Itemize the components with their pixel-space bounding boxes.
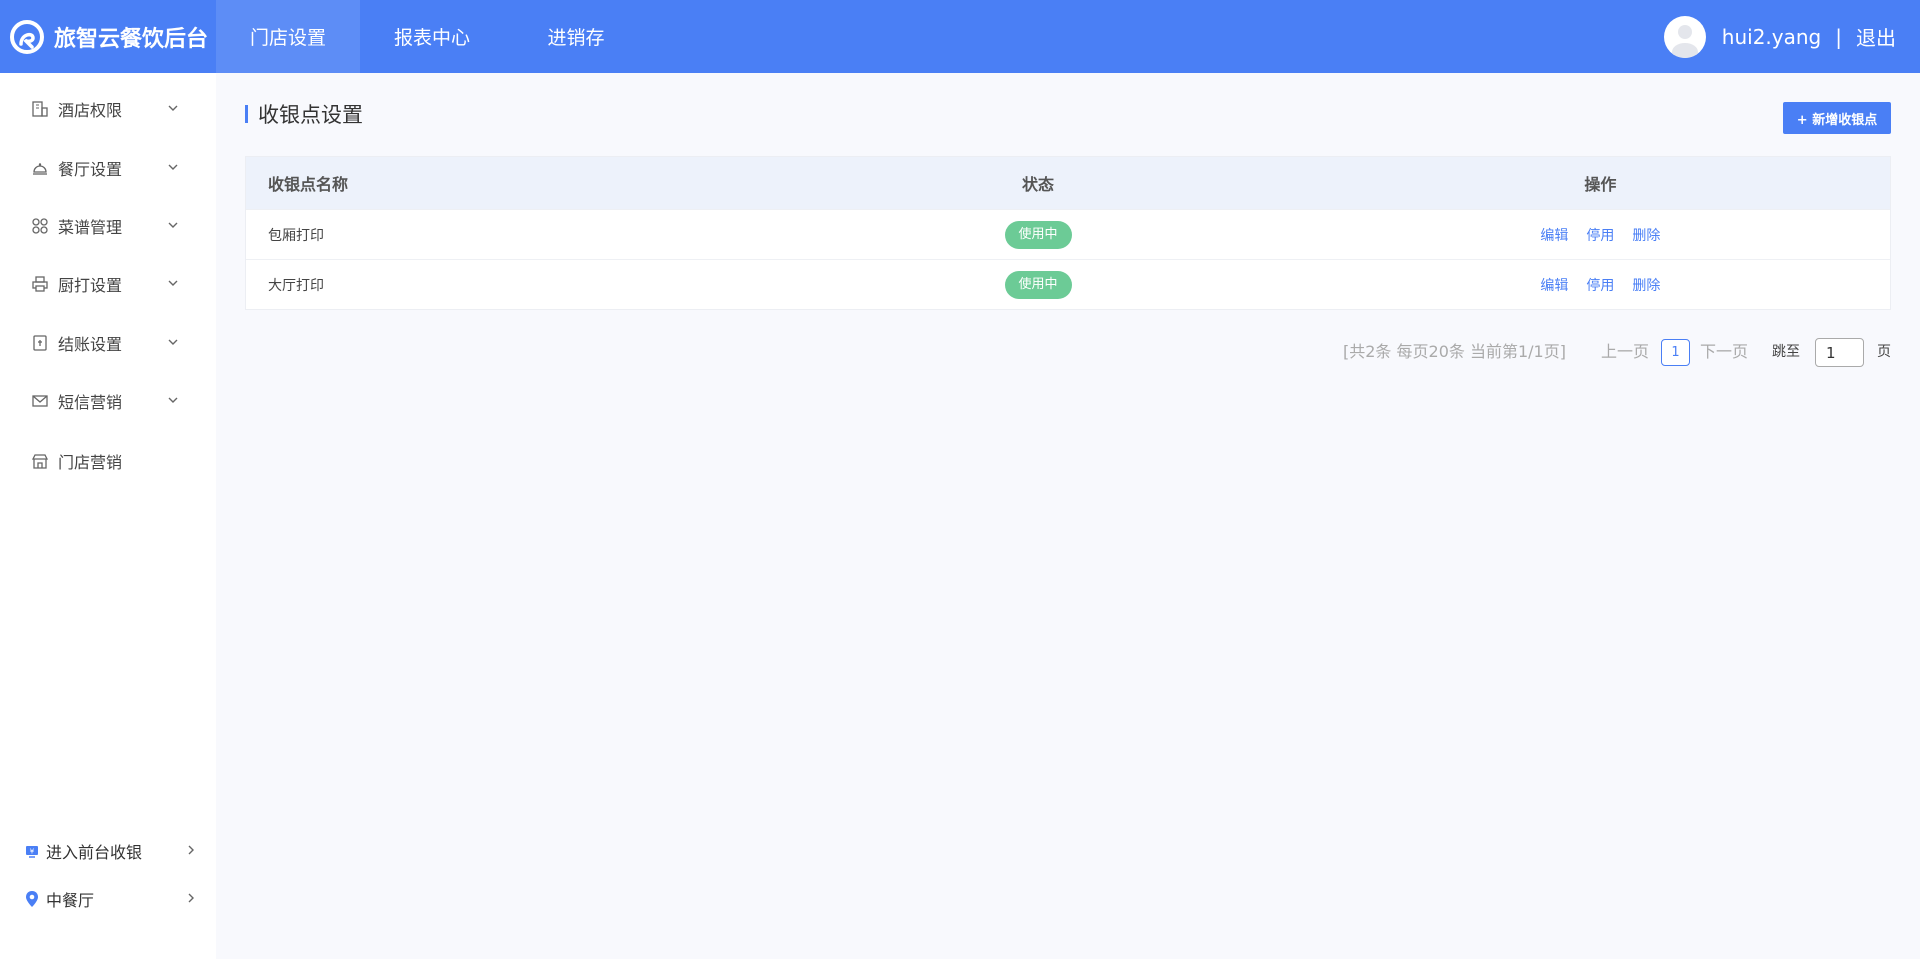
avatar[interactable] [1663,15,1706,58]
restaurant-name: 中餐厅 [46,891,95,910]
chevron-down-icon [168,397,178,403]
table-row: 大厅打印 使用中 编辑 停用 删除 [246,259,1890,309]
disable-link[interactable]: 停用 [1586,225,1614,245]
cashier-point-name: 包厢打印 [268,227,324,244]
brand-logo-icon [10,19,44,54]
next-page-button[interactable]: 下一页 [1700,338,1748,366]
page-title: 收银点设置 [258,103,363,127]
jump-page-input[interactable] [1815,338,1864,367]
table-row: 包厢打印 使用中 编辑 停用 删除 [246,209,1890,259]
location-pin-icon [22,889,42,909]
header-separator: | [1835,24,1842,49]
sidebar-item-label: 门店营销 [58,453,123,472]
delete-link[interactable]: 删除 [1632,275,1660,295]
page-number-button[interactable]: 1 [1661,339,1690,366]
chevron-down-icon [168,222,178,228]
sidebar-item-label: 短信营销 [58,393,123,412]
cashier-points-table: 收银点名称 状态 操作 包厢打印 使用中 编辑 停用 删除 大厅打印 使用中 编… [245,156,1891,310]
status-badge: 使用中 [1004,220,1072,249]
sidebar-item-restaurant-settings[interactable]: 餐厅设置 [30,153,180,183]
brand[interactable]: 旅智云餐饮后台 [0,0,216,73]
top-header: 旅智云餐饮后台 门店设置 报表中心 进销存 hui2.yang | 退出 [0,0,1920,73]
column-header-actions: 操作 [1584,175,1617,194]
actions-cell: 编辑 停用 删除 [1311,275,1890,295]
cashier-icon: ¥ [22,841,42,861]
column-header-name: 收银点名称 [268,175,349,194]
cashier-point-name: 大厅打印 [268,277,324,294]
page-title-wrap: 收银点设置 [245,100,363,128]
building-icon [30,99,50,119]
sidebar: 酒店权限 餐厅设置 菜谱管理 厨打设置 结账设置 短信营销 门店营销 ¥ 进入前… [0,73,216,959]
sidebar-item-checkout-settings[interactable]: 结账设置 [30,328,180,358]
mail-icon [30,391,50,411]
column-header-status: 状态 [1022,175,1055,194]
status-cell: 使用中 [765,220,1310,249]
add-cashier-point-button[interactable]: + 新增收银点 [1783,102,1891,134]
nav-tab-inventory[interactable]: 进销存 [504,0,648,73]
status-cell: 使用中 [765,270,1310,299]
nav-tab-store-settings[interactable]: 门店设置 [216,0,360,73]
enter-cashier-label: 进入前台收银 [46,843,143,862]
printer-icon [30,274,50,294]
page-suffix-label: 页 [1877,344,1891,360]
logout-link[interactable]: 退出 [1856,22,1896,51]
edit-link[interactable]: 编辑 [1540,225,1568,245]
chevron-down-icon [168,339,178,345]
user-avatar-icon [1671,24,1698,58]
chevron-down-icon [168,105,178,111]
chevron-down-icon [168,280,178,286]
sidebar-item-label: 厨打设置 [58,276,123,295]
store-icon [30,451,50,471]
chevron-down-icon [168,164,178,170]
status-badge: 使用中 [1004,270,1072,299]
sidebar-item-kitchen-print[interactable]: 厨打设置 [30,269,180,299]
pagination-info: [共2条 每页20条 当前第1/1页] [1343,342,1566,361]
top-nav: 门店设置 报表中心 进销存 [216,0,648,73]
prev-page-button[interactable]: 上一页 [1601,338,1649,366]
sidebar-item-menu-management[interactable]: 菜谱管理 [30,211,180,241]
checkout-icon [30,333,50,353]
user-area: hui2.yang | 退出 [1663,0,1896,73]
jump-to-label: 跳至 [1772,344,1800,360]
chevron-right-icon [188,845,194,855]
nav-tab-reports[interactable]: 报表中心 [360,0,504,73]
sidebar-item-label: 结账设置 [58,335,123,354]
grid-icon [30,216,50,236]
edit-link[interactable]: 编辑 [1540,275,1568,295]
delete-link[interactable]: 删除 [1632,225,1660,245]
chevron-right-icon [188,893,194,903]
sidebar-item-label: 餐厅设置 [58,160,123,179]
svg-text:¥: ¥ [30,848,35,856]
sidebar-item-hotel-permissions[interactable]: 酒店权限 [30,94,180,124]
table-header: 收银点名称 状态 操作 [246,157,1890,209]
sidebar-item-sms-marketing[interactable]: 短信营销 [30,386,180,416]
sidebar-item-store-marketing[interactable]: 门店营销 [30,446,180,476]
brand-title: 旅智云餐饮后台 [54,26,209,52]
title-accent-bar [245,105,248,123]
enter-cashier-link[interactable]: ¥ 进入前台收银 [22,836,198,866]
sidebar-item-label: 酒店权限 [58,101,123,120]
username: hui2.yang [1721,24,1822,49]
disable-link[interactable]: 停用 [1586,275,1614,295]
actions-cell: 编辑 停用 删除 [1311,225,1890,245]
restaurant-switcher[interactable]: 中餐厅 [22,884,198,914]
cloche-icon [30,158,50,178]
sidebar-item-label: 菜谱管理 [58,218,123,237]
